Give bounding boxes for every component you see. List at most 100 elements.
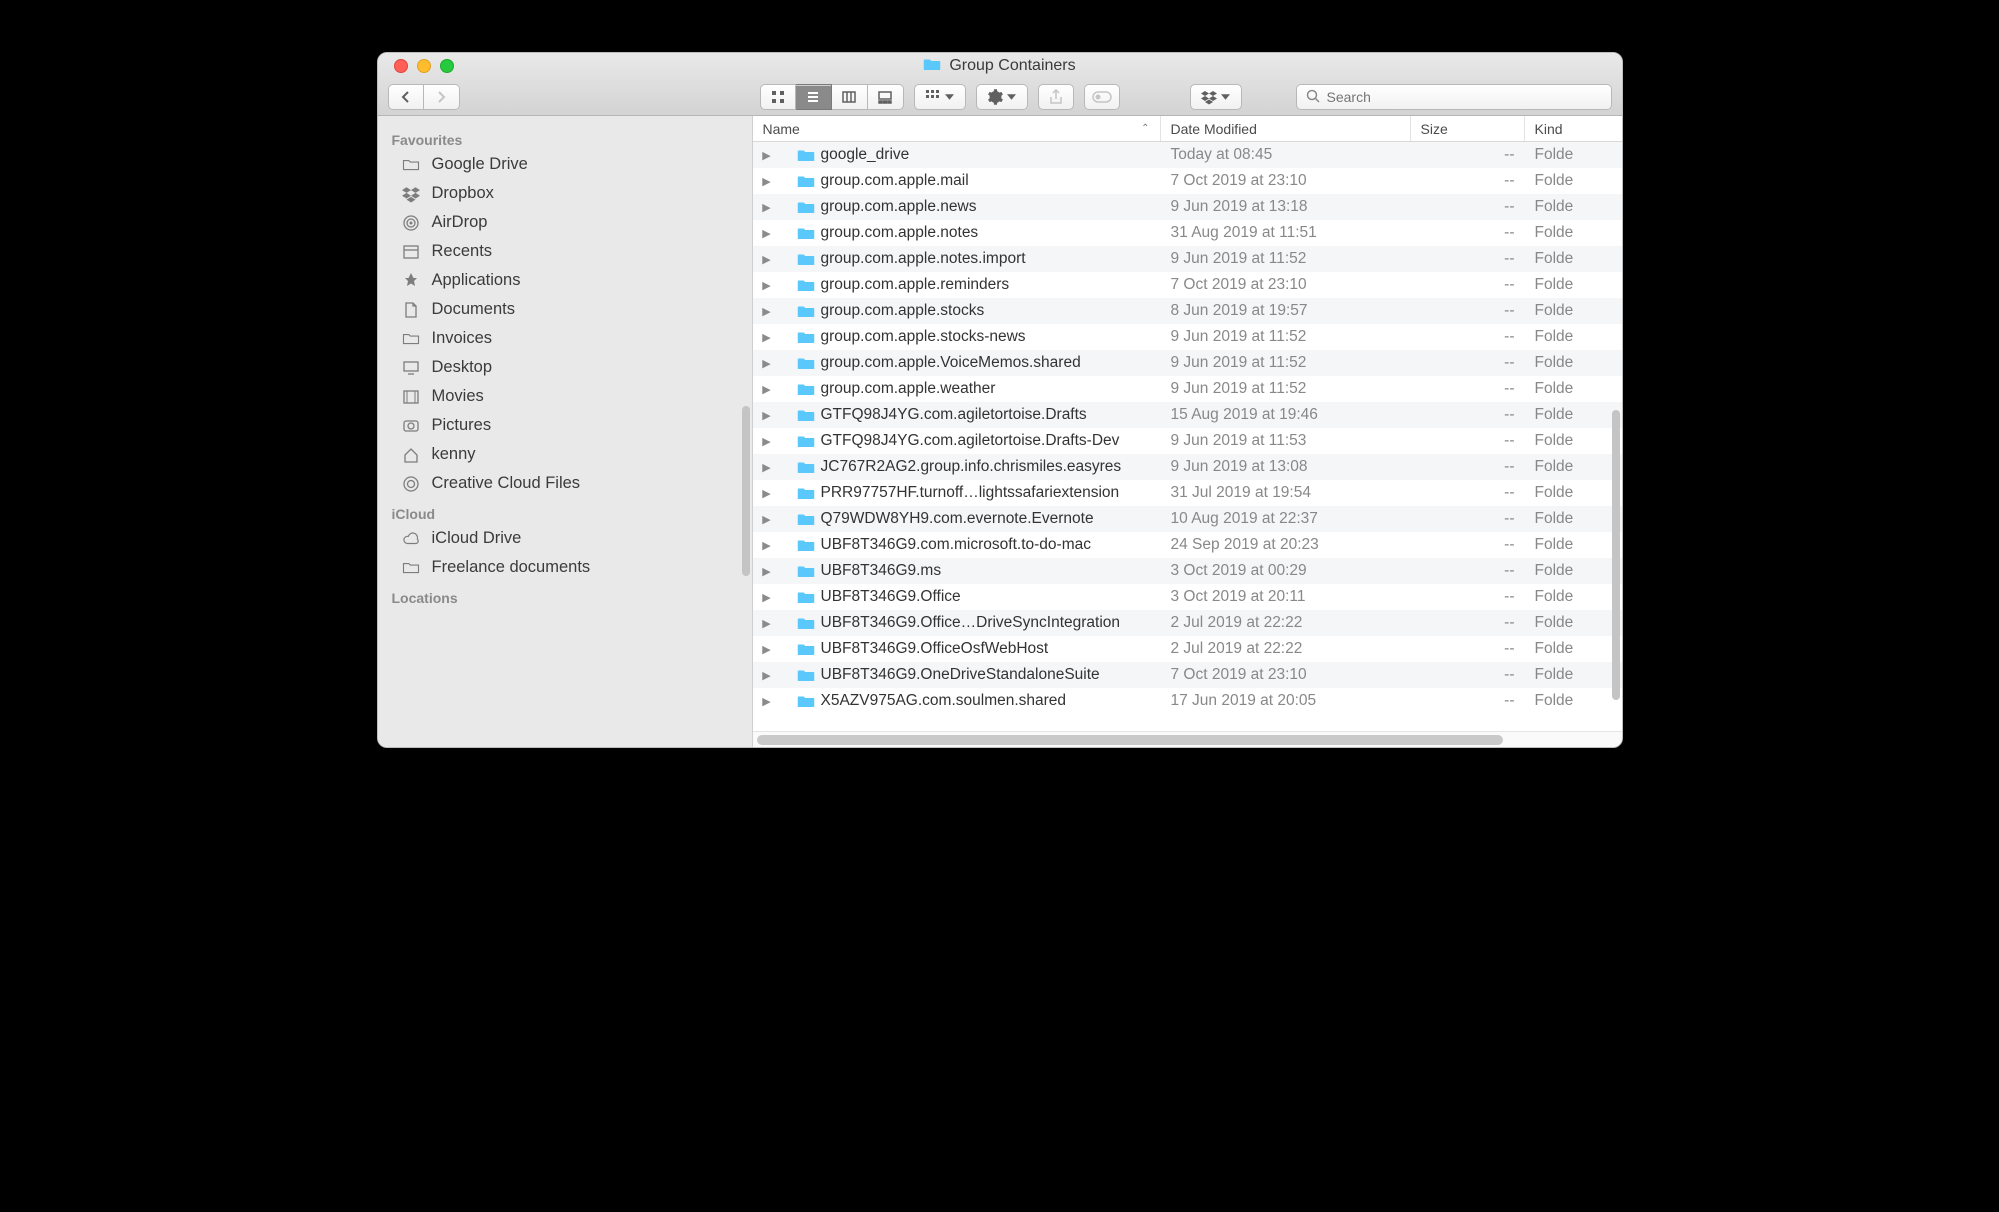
sidebar-item[interactable]: iCloud Drive xyxy=(378,524,752,553)
disclosure-triangle-icon[interactable]: ▶ xyxy=(761,149,773,162)
file-date: 17 Jun 2019 at 20:05 xyxy=(1161,692,1411,710)
back-button[interactable] xyxy=(388,84,424,110)
file-row[interactable]: ▶group.com.apple.weather9 Jun 2019 at 11… xyxy=(753,376,1622,402)
disclosure-triangle-icon[interactable]: ▶ xyxy=(761,487,773,500)
movies-icon xyxy=(400,388,422,406)
disclosure-triangle-icon[interactable]: ▶ xyxy=(761,279,773,292)
sidebar-item[interactable]: Creative Cloud Files xyxy=(378,469,752,498)
sidebar-item[interactable]: Google Drive xyxy=(378,150,752,179)
arrange-button[interactable] xyxy=(914,84,966,110)
disclosure-triangle-icon[interactable]: ▶ xyxy=(761,305,773,318)
disclosure-triangle-icon[interactable]: ▶ xyxy=(761,617,773,630)
disclosure-triangle-icon[interactable]: ▶ xyxy=(761,695,773,708)
file-row[interactable]: ▶UBF8T346G9.OneDriveStandaloneSuite7 Oct… xyxy=(753,662,1622,688)
file-kind: Folde xyxy=(1525,380,1622,398)
disclosure-triangle-icon[interactable]: ▶ xyxy=(761,227,773,240)
disclosure-triangle-icon[interactable]: ▶ xyxy=(761,643,773,656)
sidebar-item[interactable]: Movies xyxy=(378,382,752,411)
disclosure-triangle-icon[interactable]: ▶ xyxy=(761,565,773,578)
sidebar-item[interactable]: Invoices xyxy=(378,324,752,353)
file-list-scrollbar[interactable] xyxy=(1612,410,1620,700)
search-input[interactable] xyxy=(1327,89,1603,105)
tags-button[interactable] xyxy=(1084,84,1120,110)
sidebar-item-label: Google Drive xyxy=(432,155,528,174)
sidebar-item[interactable]: kenny xyxy=(378,440,752,469)
disclosure-triangle-icon[interactable]: ▶ xyxy=(761,331,773,344)
sidebar-item[interactable]: Pictures xyxy=(378,411,752,440)
sidebar-item[interactable]: Recents xyxy=(378,237,752,266)
file-row[interactable]: ▶group.com.apple.mail7 Oct 2019 at 23:10… xyxy=(753,168,1622,194)
file-date: 9 Jun 2019 at 11:52 xyxy=(1161,354,1411,372)
file-row[interactable]: ▶group.com.apple.reminders7 Oct 2019 at … xyxy=(753,272,1622,298)
file-row[interactable]: ▶JC767R2AG2.group.info.chrismiles.easyre… xyxy=(753,454,1622,480)
file-row[interactable]: ▶ X5AZV975AG.com.soulmen.shared 17 Jun 201… xyxy=(753,688,1622,714)
disclosure-triangle-icon[interactable]: ▶ xyxy=(761,201,773,214)
disclosure-triangle-icon[interactable]: ▶ xyxy=(761,591,773,604)
dropbox-button[interactable] xyxy=(1190,84,1242,110)
disclosure-triangle-icon[interactable]: ▶ xyxy=(761,175,773,188)
file-row[interactable]: ▶UBF8T346G9.Office…DriveSyncIntegration2… xyxy=(753,610,1622,636)
folder-icon xyxy=(797,694,815,708)
column-header-date[interactable]: Date Modified xyxy=(1161,116,1411,141)
folder-icon xyxy=(797,356,815,370)
disclosure-triangle-icon[interactable]: ▶ xyxy=(761,357,773,370)
horizontal-scrollbar-thumb[interactable] xyxy=(757,735,1503,745)
file-kind: Folde xyxy=(1525,510,1622,528)
share-button[interactable] xyxy=(1038,84,1074,110)
file-size: -- xyxy=(1411,640,1525,658)
folder-icon xyxy=(923,57,941,76)
file-row[interactable]: ▶group.com.apple.stocks-news9 Jun 2019 a… xyxy=(753,324,1622,350)
column-header-kind[interactable]: Kind xyxy=(1525,116,1622,141)
folder-icon xyxy=(797,382,815,396)
forward-button[interactable] xyxy=(424,84,460,110)
disclosure-triangle-icon[interactable]: ▶ xyxy=(761,383,773,396)
file-size: -- xyxy=(1411,484,1525,502)
horizontal-scrollbar-track[interactable] xyxy=(753,731,1622,747)
file-row[interactable]: ▶GTFQ98J4YG.com.agiletortoise.Drafts-Dev… xyxy=(753,428,1622,454)
sidebar-scrollbar[interactable] xyxy=(742,406,750,576)
search-field[interactable] xyxy=(1296,84,1612,110)
file-row[interactable]: ▶google_driveToday at 08:45--Folde xyxy=(753,142,1622,168)
file-row[interactable]: ▶UBF8T346G9.com.microsoft.to-do-mac24 Se… xyxy=(753,532,1622,558)
column-header-name[interactable]: Name ⌃ xyxy=(753,116,1161,141)
sidebar-item[interactable]: Documents xyxy=(378,295,752,324)
file-row[interactable]: ▶group.com.apple.notes.import9 Jun 2019 … xyxy=(753,246,1622,272)
sidebar-item[interactable]: Freelance documents xyxy=(378,553,752,582)
file-row[interactable]: ▶group.com.apple.notes31 Aug 2019 at 11:… xyxy=(753,220,1622,246)
file-kind: Folde xyxy=(1525,354,1622,372)
icon-view-button[interactable] xyxy=(760,84,796,110)
file-row[interactable]: ▶group.com.apple.stocks8 Jun 2019 at 19:… xyxy=(753,298,1622,324)
file-row[interactable]: ▶group.com.apple.news9 Jun 2019 at 13:18… xyxy=(753,194,1622,220)
file-row[interactable]: ▶UBF8T346G9.ms3 Oct 2019 at 00:29--Folde xyxy=(753,558,1622,584)
sidebar-item[interactable]: AirDrop xyxy=(378,208,752,237)
file-row[interactable]: ▶group.com.apple.VoiceMemos.shared9 Jun … xyxy=(753,350,1622,376)
sidebar-item[interactable]: Desktop xyxy=(378,353,752,382)
file-row[interactable]: ▶GTFQ98J4YG.com.agiletortoise.Drafts15 A… xyxy=(753,402,1622,428)
disclosure-triangle-icon[interactable]: ▶ xyxy=(761,253,773,266)
list-view-button[interactable] xyxy=(796,84,832,110)
file-row[interactable]: ▶UBF8T346G9.OfficeOsfWebHost2 Jul 2019 a… xyxy=(753,636,1622,662)
file-row[interactable]: ▶Q79WDW8YH9.com.evernote.Evernote10 Aug … xyxy=(753,506,1622,532)
file-row[interactable]: ▶UBF8T346G9.Office3 Oct 2019 at 20:11--F… xyxy=(753,584,1622,610)
disclosure-triangle-icon[interactable]: ▶ xyxy=(761,539,773,552)
column-header-size[interactable]: Size xyxy=(1411,116,1525,141)
view-mode-buttons xyxy=(760,84,904,110)
file-date: 9 Jun 2019 at 11:52 xyxy=(1161,328,1411,346)
file-name: X5AZV975AG.com.soulmen.shared xyxy=(821,692,1067,710)
folder-icon xyxy=(797,512,815,526)
file-kind: Folde xyxy=(1525,614,1622,632)
file-name: group.com.apple.news xyxy=(821,198,977,216)
disclosure-triangle-icon[interactable]: ▶ xyxy=(761,435,773,448)
disclosure-triangle-icon[interactable]: ▶ xyxy=(761,409,773,422)
gallery-view-button[interactable] xyxy=(868,84,904,110)
file-name: group.com.apple.stocks xyxy=(821,302,985,320)
search-icon xyxy=(1305,88,1321,107)
disclosure-triangle-icon[interactable]: ▶ xyxy=(761,513,773,526)
action-button[interactable] xyxy=(976,84,1028,110)
sidebar-item[interactable]: Applications xyxy=(378,266,752,295)
file-row[interactable]: ▶PRR97757HF.turnoff…lightssafariextensio… xyxy=(753,480,1622,506)
disclosure-triangle-icon[interactable]: ▶ xyxy=(761,669,773,682)
disclosure-triangle-icon[interactable]: ▶ xyxy=(761,461,773,474)
column-view-button[interactable] xyxy=(832,84,868,110)
sidebar-item[interactable]: Dropbox xyxy=(378,179,752,208)
